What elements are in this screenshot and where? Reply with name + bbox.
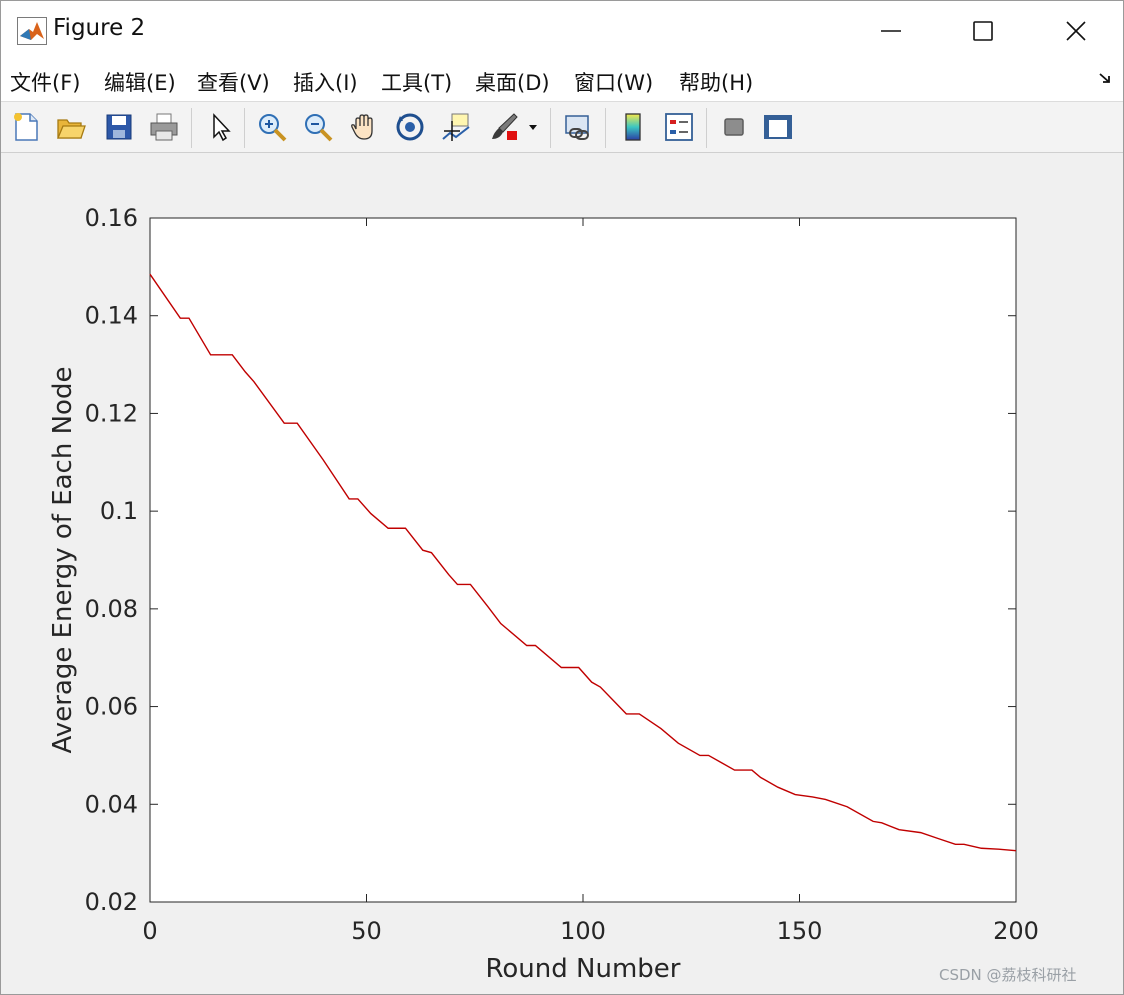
open-file-button[interactable] (52, 108, 90, 146)
menu-bar: 文件(F) 编辑(E) 查看(V) 插入(I) 工具(T) 桌面(D) 窗口(W… (1, 61, 1123, 102)
menu-desktop[interactable]: 桌面(D) (475, 67, 550, 97)
new-figure-icon (14, 113, 38, 141)
menu-view[interactable]: 查看(V) (197, 67, 270, 97)
toolbar (1, 102, 1123, 153)
chevron-down-icon (529, 125, 537, 130)
menu-file[interactable]: 文件(F) (10, 67, 80, 97)
pan-hand-icon (351, 114, 373, 140)
close-icon (1066, 21, 1086, 41)
plot-background (149, 217, 1017, 903)
new-figure-button[interactable] (7, 108, 45, 146)
y-tick-label: 0.06 (85, 693, 138, 721)
zoom-in-icon (259, 114, 287, 142)
print-button[interactable] (145, 108, 183, 146)
y-tick-label: 0.14 (85, 302, 138, 330)
zoom-in-button[interactable] (253, 108, 291, 146)
colorbar-button[interactable] (614, 108, 652, 146)
open-file-icon (57, 119, 86, 139)
y-tick-label: 0.12 (85, 399, 138, 427)
save-icon (106, 114, 132, 140)
save-button[interactable] (100, 108, 138, 146)
legend-button[interactable] (660, 108, 698, 146)
y-tick-label: 0.04 (85, 790, 138, 818)
x-axis-label: Round Number (486, 954, 681, 984)
link-plot-button[interactable] (559, 108, 597, 146)
watermark-text: CSDN @荔枝科研社 (939, 966, 1077, 984)
title-bar[interactable]: Figure 2 (1, 1, 1123, 61)
menu-insert[interactable]: 插入(I) (293, 67, 358, 97)
x-tick-label: 50 (351, 917, 382, 945)
menu-tools[interactable]: 工具(T) (381, 67, 452, 97)
matlab-logo-icon (17, 17, 47, 45)
figure-window: Figure 2 文件(F) 编辑(E) 查看(V) 插入(I) 工具(T) 桌… (0, 0, 1124, 995)
select-arrow-icon (213, 113, 231, 142)
x-tick-label: 150 (777, 917, 823, 945)
brush-icon (492, 113, 518, 140)
menu-help[interactable]: 帮助(H) (679, 67, 753, 97)
x-tick-label: 100 (560, 917, 606, 945)
y-tick-label: 0.02 (85, 888, 138, 916)
toolbar-separator (550, 108, 551, 148)
show-plot-tools-icon (764, 115, 792, 139)
minimize-button[interactable] (845, 1, 937, 61)
y-axis-label: Average Energy of Each Node (48, 367, 78, 754)
toolbar-separator (191, 108, 192, 148)
menu-window[interactable]: 窗口(W) (574, 67, 653, 97)
dock-arrow-icon[interactable] (1097, 70, 1113, 86)
menu-edit[interactable]: 编辑(E) (104, 67, 176, 97)
zoom-out-icon (305, 114, 333, 142)
hide-plot-tools-button[interactable] (715, 108, 753, 146)
minimize-icon (881, 30, 901, 32)
print-icon (150, 113, 178, 141)
colorbar-icon (625, 113, 641, 141)
link-plot-icon (565, 115, 589, 140)
maximize-button[interactable] (937, 1, 1029, 61)
x-tick-label: 200 (993, 917, 1039, 945)
rotate-3d-button[interactable] (391, 108, 429, 146)
hide-plot-tools-icon (724, 118, 744, 136)
legend-icon (665, 113, 693, 141)
brush-dropdown[interactable] (523, 108, 543, 146)
pan-button[interactable] (345, 108, 383, 146)
window-title: Figure 2 (53, 15, 146, 41)
rotate-3d-icon (396, 113, 424, 141)
y-tick-label: 0.16 (85, 204, 138, 232)
select-button[interactable] (201, 108, 239, 146)
toolbar-separator (244, 108, 245, 148)
x-tick-label: 0 (142, 917, 157, 945)
close-button[interactable] (1030, 1, 1122, 61)
show-plot-tools-button[interactable] (759, 108, 797, 146)
brush-button[interactable] (485, 108, 523, 146)
y-tick-label: 0.08 (85, 595, 138, 623)
data-cursor-icon (442, 113, 470, 141)
figure-canvas: 0 50 100 150 200 0.02 0.04 0.06 0.08 0.1 0.12 0.14 0… (1, 153, 1123, 994)
data-cursor-button[interactable] (437, 108, 475, 146)
zoom-out-button[interactable] (299, 108, 337, 146)
maximize-icon (973, 21, 993, 41)
toolbar-separator (605, 108, 606, 148)
toolbar-separator (706, 108, 707, 148)
line-chart[interactable]: 0 50 100 150 200 0.02 0.04 0.06 0.08 0.1 0.12 0.14 0… (1, 153, 1123, 994)
y-tick-label: 0.1 (100, 497, 138, 525)
